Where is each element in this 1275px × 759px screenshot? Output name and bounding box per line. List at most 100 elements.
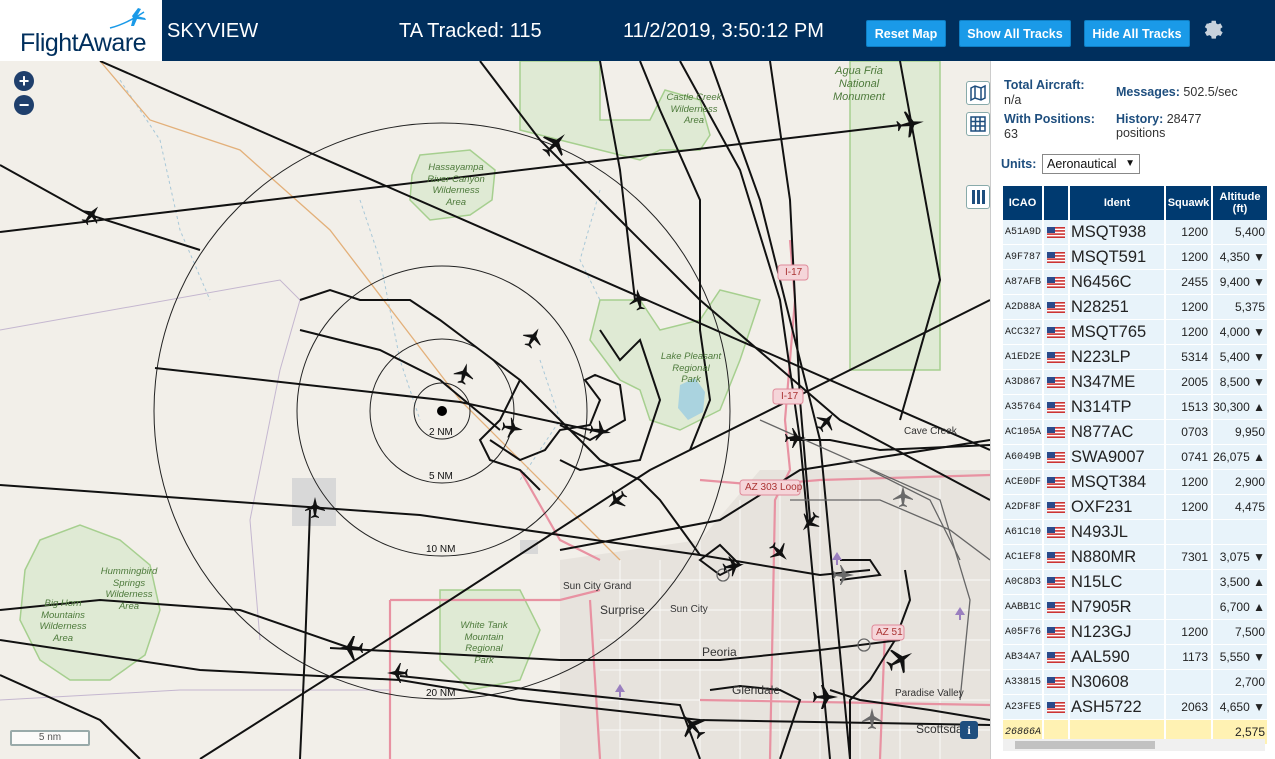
hassayampa-area <box>409 149 496 221</box>
flag-icon <box>1044 595 1070 620</box>
scrollbar-thumb[interactable] <box>1015 741 1155 749</box>
cell-icao: A1ED2E <box>1003 345 1044 370</box>
cell-squawk: 7301 <box>1166 545 1213 570</box>
cell-icao: AABB1C <box>1003 595 1044 620</box>
table-horizontal-scrollbar[interactable] <box>1003 739 1265 751</box>
show-all-tracks-button[interactable]: Show All Tracks <box>959 20 1071 47</box>
cell-altitude: 5,400 <box>1213 220 1269 245</box>
cell-altitude: 4,650 ▼ <box>1213 695 1269 720</box>
col-icao[interactable]: ICAO <box>1003 186 1044 220</box>
map-scale: 5 nm <box>10 730 90 746</box>
table-row[interactable]: A0C8D3 N15LC 3,500 ▲ <box>1003 570 1269 595</box>
cell-icao: AC1EF8 <box>1003 545 1044 570</box>
cell-altitude: 5,400 ▼ <box>1213 345 1269 370</box>
cell-squawk: 2455 <box>1166 270 1213 295</box>
cell-squawk: 1200 <box>1166 320 1213 345</box>
flag-icon <box>1044 570 1070 595</box>
hide-all-tracks-button[interactable]: Hide All Tracks <box>1084 20 1190 47</box>
aircraft-table: ICAO Ident Squawk Altitude (ft) A51A9D MS… <box>1003 186 1269 748</box>
cell-altitude: 3,500 ▲ <box>1213 570 1269 595</box>
history-label: History: <box>1116 112 1164 126</box>
table-row[interactable]: A3D867 N347ME 2005 8,500 ▼ <box>1003 370 1269 395</box>
cell-ident: MSQT591 <box>1070 245 1166 270</box>
table-row[interactable]: A2D88A N28251 1200 5,375 <box>1003 295 1269 320</box>
cell-ident: SWA9007 <box>1070 445 1166 470</box>
table-row[interactable]: AABB1C N7905R 6,700 ▲ <box>1003 595 1269 620</box>
cell-altitude: 4,000 ▼ <box>1213 320 1269 345</box>
flag-icon <box>1044 695 1070 720</box>
cell-squawk: 1200 <box>1166 220 1213 245</box>
table-row[interactable]: A9F787 MSQT591 1200 4,350 ▼ <box>1003 245 1269 270</box>
cell-squawk: 2063 <box>1166 695 1213 720</box>
cell-icao: A6049B <box>1003 445 1044 470</box>
cell-ident: N314TP <box>1070 395 1166 420</box>
table-row[interactable]: A05F76 N123GJ 1200 7,500 <box>1003 620 1269 645</box>
cell-altitude: 8,500 ▼ <box>1213 370 1269 395</box>
flag-icon <box>1044 445 1070 470</box>
flag-icon <box>1044 320 1070 345</box>
top-bar: FlightAware SKYVIEW TA Tracked: 115 11/2… <box>0 0 1275 61</box>
table-row[interactable]: A35764 N314TP 1513 30,300 ▲ <box>1003 395 1269 420</box>
flag-icon <box>1044 370 1070 395</box>
zoom-in-button[interactable]: + <box>14 71 34 91</box>
with-positions-label: With Positions: <box>1004 112 1095 126</box>
flag-icon <box>1044 545 1070 570</box>
cell-squawk: 1200 <box>1166 470 1213 495</box>
cell-icao: ACE0DF <box>1003 470 1044 495</box>
cell-ident: N28251 <box>1070 295 1166 320</box>
cell-altitude: 30,300 ▲ <box>1213 395 1269 420</box>
reset-map-button[interactable]: Reset Map <box>866 20 946 47</box>
cell-squawk <box>1166 595 1213 620</box>
table-row[interactable]: A61C10 N493JL <box>1003 520 1269 545</box>
cell-ident: AAL590 <box>1070 645 1166 670</box>
columns-toggle-icon[interactable] <box>966 185 990 209</box>
col-flag[interactable] <box>1044 186 1070 220</box>
gear-icon[interactable] <box>1201 18 1225 42</box>
tracked-count: TA Tracked: 115 <box>399 20 542 42</box>
cell-icao: A2D88A <box>1003 295 1044 320</box>
table-row[interactable]: A33815 N30608 2,700 <box>1003 670 1269 695</box>
table-row[interactable]: ACE0DF MSQT384 1200 2,900 <box>1003 470 1269 495</box>
cell-ident: MSQT765 <box>1070 320 1166 345</box>
page-title: SKYVIEW <box>167 20 259 42</box>
table-row[interactable]: A87AFB N6456C 2455 9,400 ▼ <box>1003 270 1269 295</box>
table-row[interactable]: A6049B SWA9007 0741 26,075 ▲ <box>1003 445 1269 470</box>
table-row[interactable]: AB34A7 AAL590 1173 5,550 ▼ <box>1003 645 1269 670</box>
cell-ident: N347ME <box>1070 370 1166 395</box>
grid-icon[interactable] <box>966 112 990 136</box>
map-view[interactable]: 2 NM 5 NM 10 NM 20 NM Agua Fria National M… <box>0 61 990 759</box>
table-row[interactable]: AC1EF8 N880MR 7301 3,075 ▼ <box>1003 545 1269 570</box>
flag-icon <box>1044 670 1070 695</box>
table-row[interactable]: A23FE5 ASH5722 2063 4,650 ▼ <box>1003 695 1269 720</box>
flightaware-logo[interactable]: FlightAware <box>0 0 162 61</box>
cell-ident: N880MR <box>1070 545 1166 570</box>
cell-icao: A35764 <box>1003 395 1044 420</box>
table-row[interactable]: ACC327 MSQT765 1200 4,000 ▼ <box>1003 320 1269 345</box>
cell-squawk: 1200 <box>1166 620 1213 645</box>
map-layers-icon[interactable] <box>966 81 990 105</box>
table-row[interactable]: A51A9D MSQT938 1200 5,400 <box>1003 220 1269 245</box>
cell-squawk: 0741 <box>1166 445 1213 470</box>
history-stat: History: 28477 positions <box>1116 112 1266 140</box>
table-row[interactable]: A1ED2E N223LP 5314 5,400 ▼ <box>1003 345 1269 370</box>
cell-squawk: 1173 <box>1166 645 1213 670</box>
cell-squawk: 1200 <box>1166 495 1213 520</box>
table-row[interactable]: AC105A N877AC 0703 9,950 <box>1003 420 1269 445</box>
table-row[interactable]: A2DF8F OXF231 1200 4,475 <box>1003 495 1269 520</box>
col-altitude[interactable]: Altitude (ft) <box>1213 186 1269 220</box>
cell-squawk <box>1166 570 1213 595</box>
col-squawk[interactable]: Squawk <box>1166 186 1213 220</box>
cell-squawk: 5314 <box>1166 345 1213 370</box>
flag-icon <box>1044 520 1070 545</box>
flag-icon <box>1044 620 1070 645</box>
total-aircraft-value: n/a <box>1004 93 1022 107</box>
history-value: 28477 <box>1166 112 1202 126</box>
units-select[interactable]: Aeronautical ▼ <box>1042 154 1140 174</box>
cell-altitude: 4,350 ▼ <box>1213 245 1269 270</box>
zoom-out-button[interactable]: − <box>14 95 34 115</box>
info-icon[interactable]: i <box>960 721 978 739</box>
cell-altitude: 26,075 ▲ <box>1213 445 1269 470</box>
col-ident[interactable]: Ident <box>1070 186 1166 220</box>
cell-ident: N30608 <box>1070 670 1166 695</box>
cell-ident: MSQT938 <box>1070 220 1166 245</box>
